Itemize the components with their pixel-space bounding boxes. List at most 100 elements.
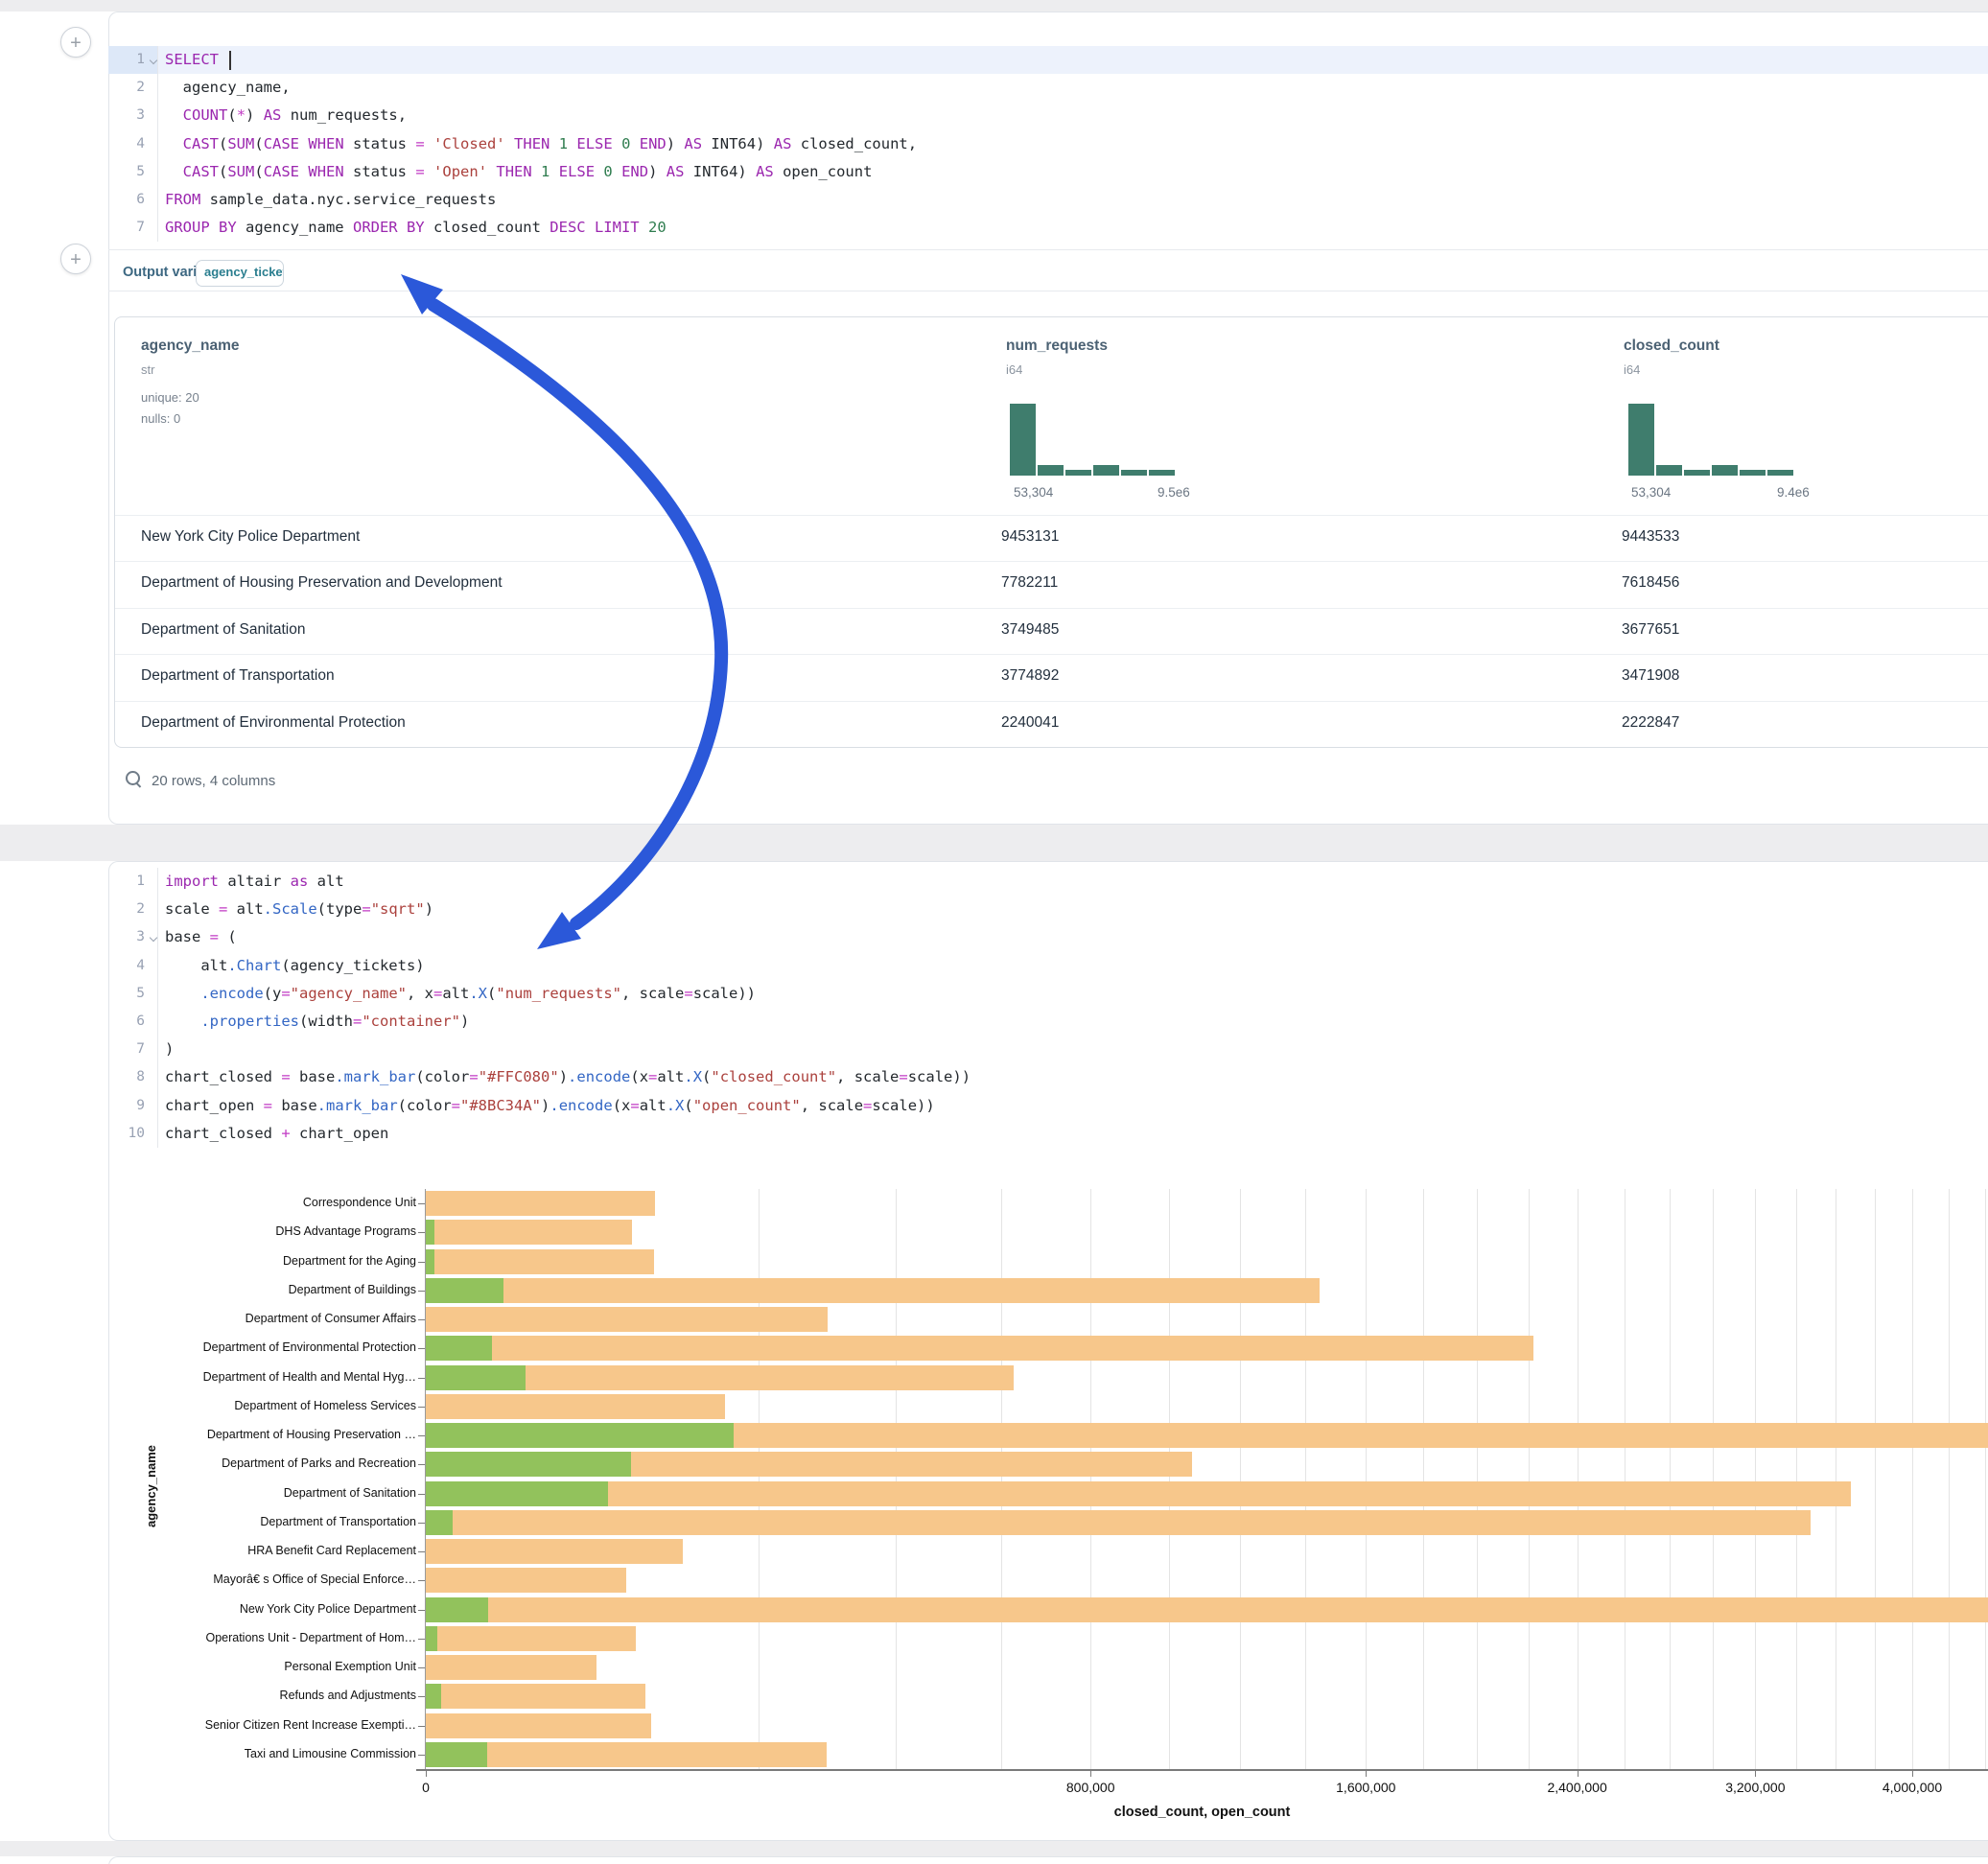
code-text: alt.Chart(agency_tickets) xyxy=(158,952,425,980)
chart-gridline xyxy=(1305,1189,1306,1769)
y-axis-label: HRA Benefit Card Replacement xyxy=(247,1544,416,1557)
bar-closed xyxy=(426,1510,1811,1535)
code-line[interactable]: 4 alt.Chart(agency_tickets) xyxy=(108,952,1988,980)
code-line[interactable]: 3base = ( xyxy=(108,923,1988,951)
x-axis-tick-label: 1,600,000 xyxy=(1336,1780,1395,1795)
code-text: CAST(SUM(CASE WHEN status = 'Open' THEN … xyxy=(158,158,872,186)
y-axis-line xyxy=(425,1189,426,1769)
y-axis-tick xyxy=(418,1667,425,1668)
bar-closed xyxy=(426,1713,651,1738)
line-number: 7 xyxy=(108,214,158,242)
code-line[interactable]: 10chart_closed + chart_open xyxy=(108,1120,1988,1148)
y-axis-tick xyxy=(418,1203,425,1204)
chart-gridline xyxy=(896,1189,897,1769)
column-header[interactable]: closed_count xyxy=(1624,338,1719,355)
bar-open xyxy=(426,1249,434,1274)
code-line[interactable]: 1import altair as alt xyxy=(108,868,1988,896)
code-line[interactable]: 5 CAST(SUM(CASE WHEN status = 'Open' THE… xyxy=(108,158,1988,186)
bar-closed xyxy=(426,1597,1988,1622)
bar-open xyxy=(426,1278,503,1303)
bar-closed xyxy=(426,1539,683,1564)
y-axis-label: DHS Advantage Programs xyxy=(275,1224,416,1238)
python-code-editor[interactable]: 1import altair as alt2scale = alt.Scale(… xyxy=(108,868,1988,1148)
bar-open xyxy=(426,1365,526,1390)
output-variable-pill[interactable]: agency_tickets xyxy=(196,260,284,287)
column-header[interactable]: agency_name xyxy=(141,338,240,355)
code-line[interactable]: 7GROUP BY agency_name ORDER BY closed_co… xyxy=(108,214,1988,242)
add-cell-button[interactable]: + xyxy=(60,27,91,58)
bar-closed xyxy=(426,1307,828,1332)
histogram-max-label: 9.5e6 xyxy=(1158,485,1190,500)
table-cell: 7618456 xyxy=(1622,574,1679,592)
code-line[interactable]: 2scale = alt.Scale(type="sqrt") xyxy=(108,896,1988,923)
add-cell-button[interactable]: + xyxy=(60,244,91,274)
histogram-min-label: 53,304 xyxy=(1631,485,1671,500)
y-axis-tick xyxy=(418,1551,425,1552)
code-text: ) xyxy=(158,1036,174,1063)
line-number: 3 xyxy=(108,102,158,129)
y-axis-tick xyxy=(418,1580,425,1581)
bar-open xyxy=(426,1684,441,1709)
sql-code-editor[interactable]: 1SELECT 2 agency_name,3 COUNT(*) AS num_… xyxy=(108,46,1988,242)
code-line[interactable]: 2 agency_name, xyxy=(108,74,1988,102)
code-text: import altair as alt xyxy=(158,868,344,896)
column-header[interactable]: num_requests xyxy=(1006,338,1108,355)
fold-chevron-icon[interactable] xyxy=(150,935,156,942)
chart-gridline xyxy=(1985,1189,1986,1769)
x-axis-tick xyxy=(1912,1771,1913,1777)
bar-closed xyxy=(426,1684,645,1709)
bar-open xyxy=(426,1742,487,1767)
code-line[interactable]: 7) xyxy=(108,1036,1988,1063)
search-icon[interactable] xyxy=(126,771,140,785)
code-line[interactable]: 3 COUNT(*) AS num_requests, xyxy=(108,102,1988,129)
x-axis-tick-label: 2,400,000 xyxy=(1547,1780,1606,1795)
y-axis-tick xyxy=(418,1610,425,1611)
histogram-bar xyxy=(1121,470,1147,476)
line-number: 4 xyxy=(108,130,158,158)
code-line[interactable]: 8chart_closed = base.mark_bar(color="#FF… xyxy=(108,1063,1988,1091)
table-cell: 3749485 xyxy=(1001,621,1059,639)
y-axis-tick xyxy=(418,1291,425,1292)
y-axis-tick xyxy=(418,1262,425,1263)
line-number: 3 xyxy=(108,923,158,951)
x-axis-tick xyxy=(1366,1771,1367,1777)
histogram-min-label: 53,304 xyxy=(1014,485,1053,500)
histogram-bar xyxy=(1684,470,1710,476)
line-number: 1 xyxy=(108,46,158,74)
chart-gridline xyxy=(1713,1189,1714,1769)
code-line[interactable]: 1SELECT xyxy=(108,46,1988,74)
y-axis-tick xyxy=(418,1319,425,1320)
row-divider xyxy=(115,561,1988,562)
column-stat-unique: unique: 20 xyxy=(141,390,199,405)
page-top-strip xyxy=(0,0,1988,12)
code-line[interactable]: 5 .encode(y="agency_name", x=alt.X("num_… xyxy=(108,980,1988,1008)
x-axis-title: closed_count, open_count xyxy=(1114,1805,1291,1820)
table-cell: 9453131 xyxy=(1001,528,1059,546)
code-line[interactable]: 6 .properties(width="container") xyxy=(108,1008,1988,1036)
y-axis-label: Operations Unit - Department of Hom… xyxy=(205,1631,416,1644)
chart-gridline xyxy=(1529,1189,1530,1769)
y-axis-label: Department for the Aging xyxy=(283,1254,416,1268)
x-axis-tick-label: 800,000 xyxy=(1066,1780,1115,1795)
code-line[interactable]: 9chart_open = base.mark_bar(color="#8BC3… xyxy=(108,1092,1988,1120)
chart-gridline xyxy=(1949,1189,1950,1769)
code-line[interactable]: 4 CAST(SUM(CASE WHEN status = 'Closed' T… xyxy=(108,130,1988,158)
y-axis-label: Correspondence Unit xyxy=(303,1196,416,1209)
line-number: 5 xyxy=(108,158,158,186)
code-line[interactable]: 6FROM sample_data.nyc.service_requests xyxy=(108,186,1988,214)
y-axis-tick xyxy=(418,1348,425,1349)
bar-closed xyxy=(426,1278,1320,1303)
table-cell: 2240041 xyxy=(1001,714,1059,732)
fold-chevron-icon[interactable] xyxy=(150,58,156,64)
table-cell: 3471908 xyxy=(1622,667,1679,685)
histogram-bar xyxy=(1038,465,1064,476)
y-axis-tick xyxy=(418,1232,425,1233)
bar-open xyxy=(426,1220,434,1245)
code-text: SELECT xyxy=(158,46,231,74)
chart-gridline xyxy=(759,1189,760,1769)
code-text: chart_open = base.mark_bar(color="#8BC34… xyxy=(158,1092,935,1120)
line-number: 6 xyxy=(108,186,158,214)
y-axis-label: Department of Transportation xyxy=(260,1515,416,1528)
table-cell: 7782211 xyxy=(1001,574,1058,592)
chart-gridline xyxy=(1090,1189,1091,1769)
